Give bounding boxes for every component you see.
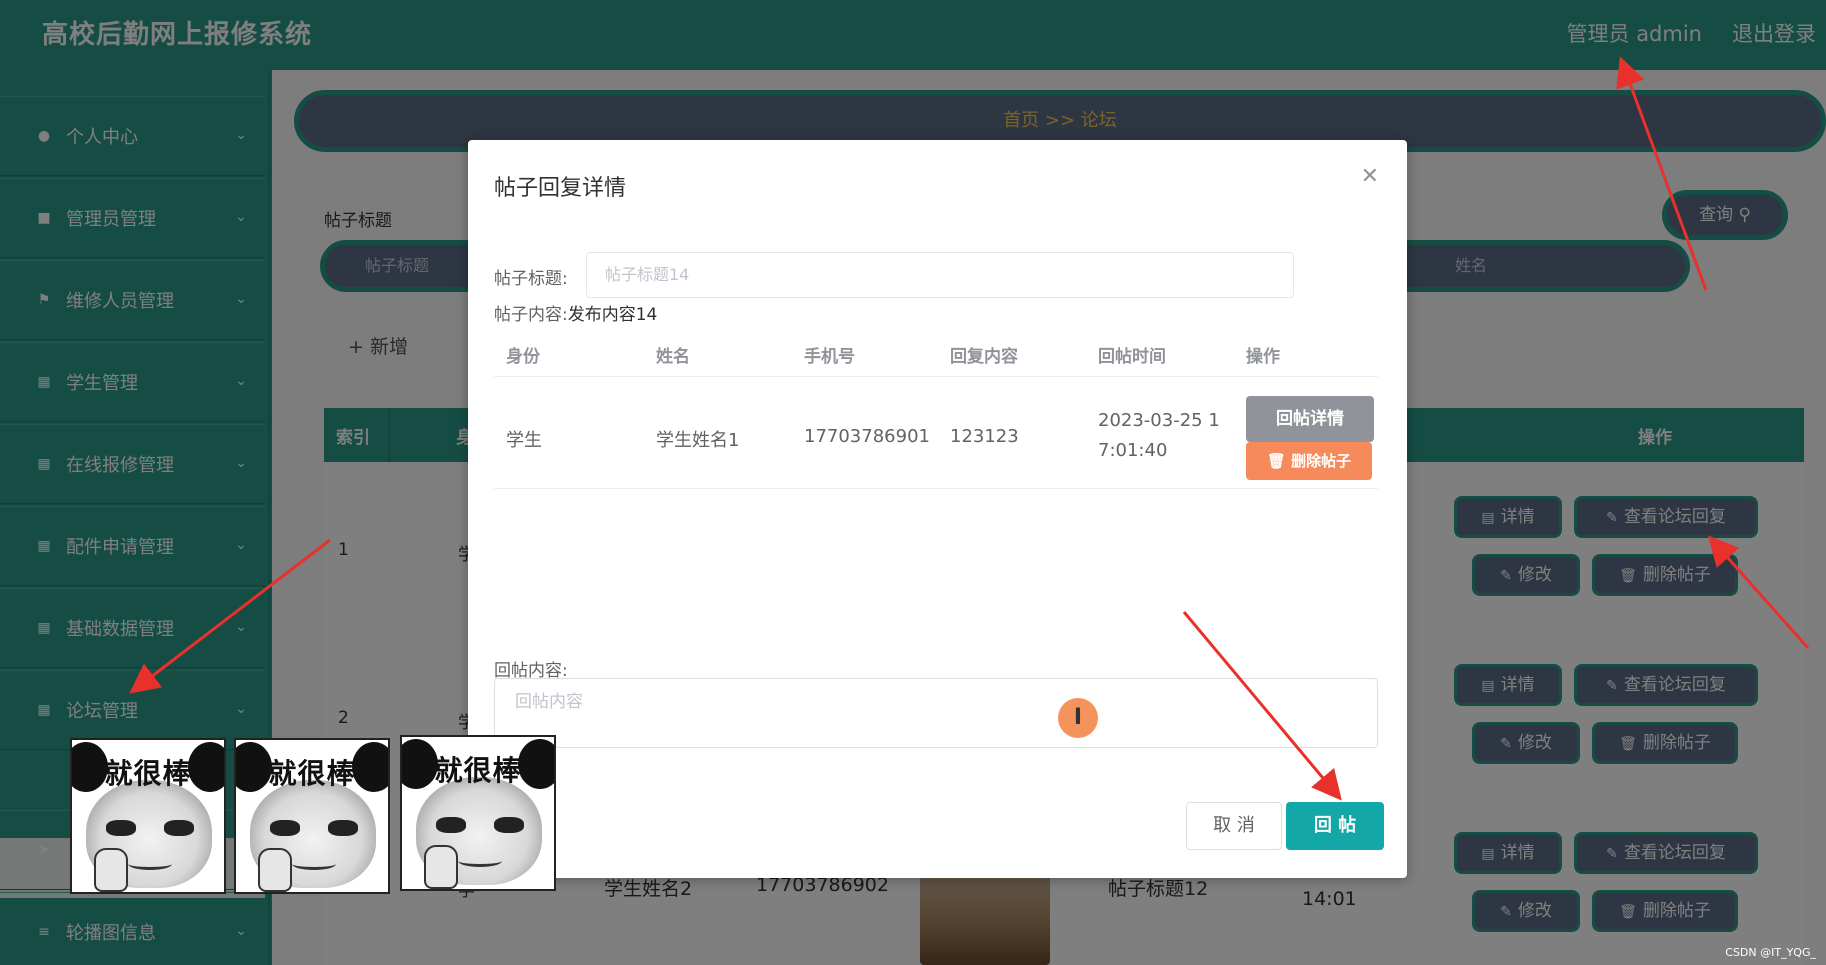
- sticker-eye-right: [328, 820, 358, 836]
- watermark: CSDN @IT_YQG_: [1725, 946, 1816, 959]
- sticker-mouth: [292, 858, 336, 870]
- reply-role: 学生: [506, 430, 542, 451]
- reply-content: 123123: [950, 426, 1019, 447]
- sticker-mouth: [458, 855, 502, 867]
- cancel-button[interactable]: 取 消: [1186, 802, 1282, 850]
- sticker-mouth: [128, 858, 172, 870]
- row-divider: [494, 488, 1378, 489]
- thumbs-up-icon: [94, 848, 128, 892]
- col-reply-content: 回复内容: [950, 347, 1018, 367]
- dialog-title: 帖子回复详情: [494, 176, 627, 201]
- col-reply-time: 回帖时间: [1098, 347, 1166, 367]
- thumbs-up-icon: [258, 848, 292, 892]
- thumbs-up-sticker: 就很棒: [234, 738, 390, 894]
- reply-name: 学生姓名1: [656, 430, 740, 451]
- reply-detail-dialog: 帖子回复详情 ✕ 帖子标题: 帖子标题14 帖子内容:发布内容14 身份 姓名 …: [468, 140, 1407, 878]
- sticker-eye-left: [436, 817, 466, 833]
- sticker-eye-left: [106, 820, 136, 836]
- sticker-caption: 就很棒: [104, 757, 192, 790]
- reply-delete-label: 删除帖子: [1291, 452, 1352, 470]
- post-content-label: 帖子内容:: [494, 305, 568, 325]
- reply-delete-button[interactable]: 🗑 删除帖子: [1246, 442, 1372, 480]
- post-content-row: 帖子内容:发布内容14: [494, 300, 657, 325]
- reply-time-line1: 2023-03-25 1: [1098, 410, 1220, 431]
- thumbs-up-sticker: 就很棒: [70, 738, 226, 894]
- reply-phone: 17703786901: [804, 426, 930, 447]
- sticker-eye-right: [494, 817, 524, 833]
- sticker-caption: 就很棒: [268, 757, 356, 790]
- post-content-value: 发布内容14: [567, 305, 658, 325]
- thumbs-up-sticker: 就很棒: [400, 735, 556, 891]
- post-title-field: 帖子标题14: [586, 252, 1294, 298]
- reply-content-input[interactable]: 回帖内容: [494, 678, 1378, 748]
- col-phone: 手机号: [804, 347, 855, 367]
- col-role: 身份: [506, 347, 540, 367]
- reply-submit-button[interactable]: 回 帖: [1286, 802, 1384, 850]
- sticker-eye-right: [164, 820, 194, 836]
- header-divider: [494, 376, 1378, 377]
- reply-detail-button[interactable]: 回帖详情: [1246, 396, 1374, 442]
- trash-icon: 🗑: [1266, 452, 1292, 470]
- thumbs-up-icon: [424, 845, 458, 889]
- close-icon[interactable]: ✕: [1361, 164, 1379, 189]
- col-ops: 操作: [1246, 347, 1280, 367]
- text-cursor-icon: I: [1058, 698, 1098, 738]
- post-title-label: 帖子标题:: [494, 269, 568, 289]
- sticker-eye-left: [270, 820, 300, 836]
- col-name: 姓名: [656, 347, 690, 367]
- sticker-caption: 就很棒: [434, 754, 522, 787]
- reply-time-line2: 7:01:40: [1098, 440, 1168, 461]
